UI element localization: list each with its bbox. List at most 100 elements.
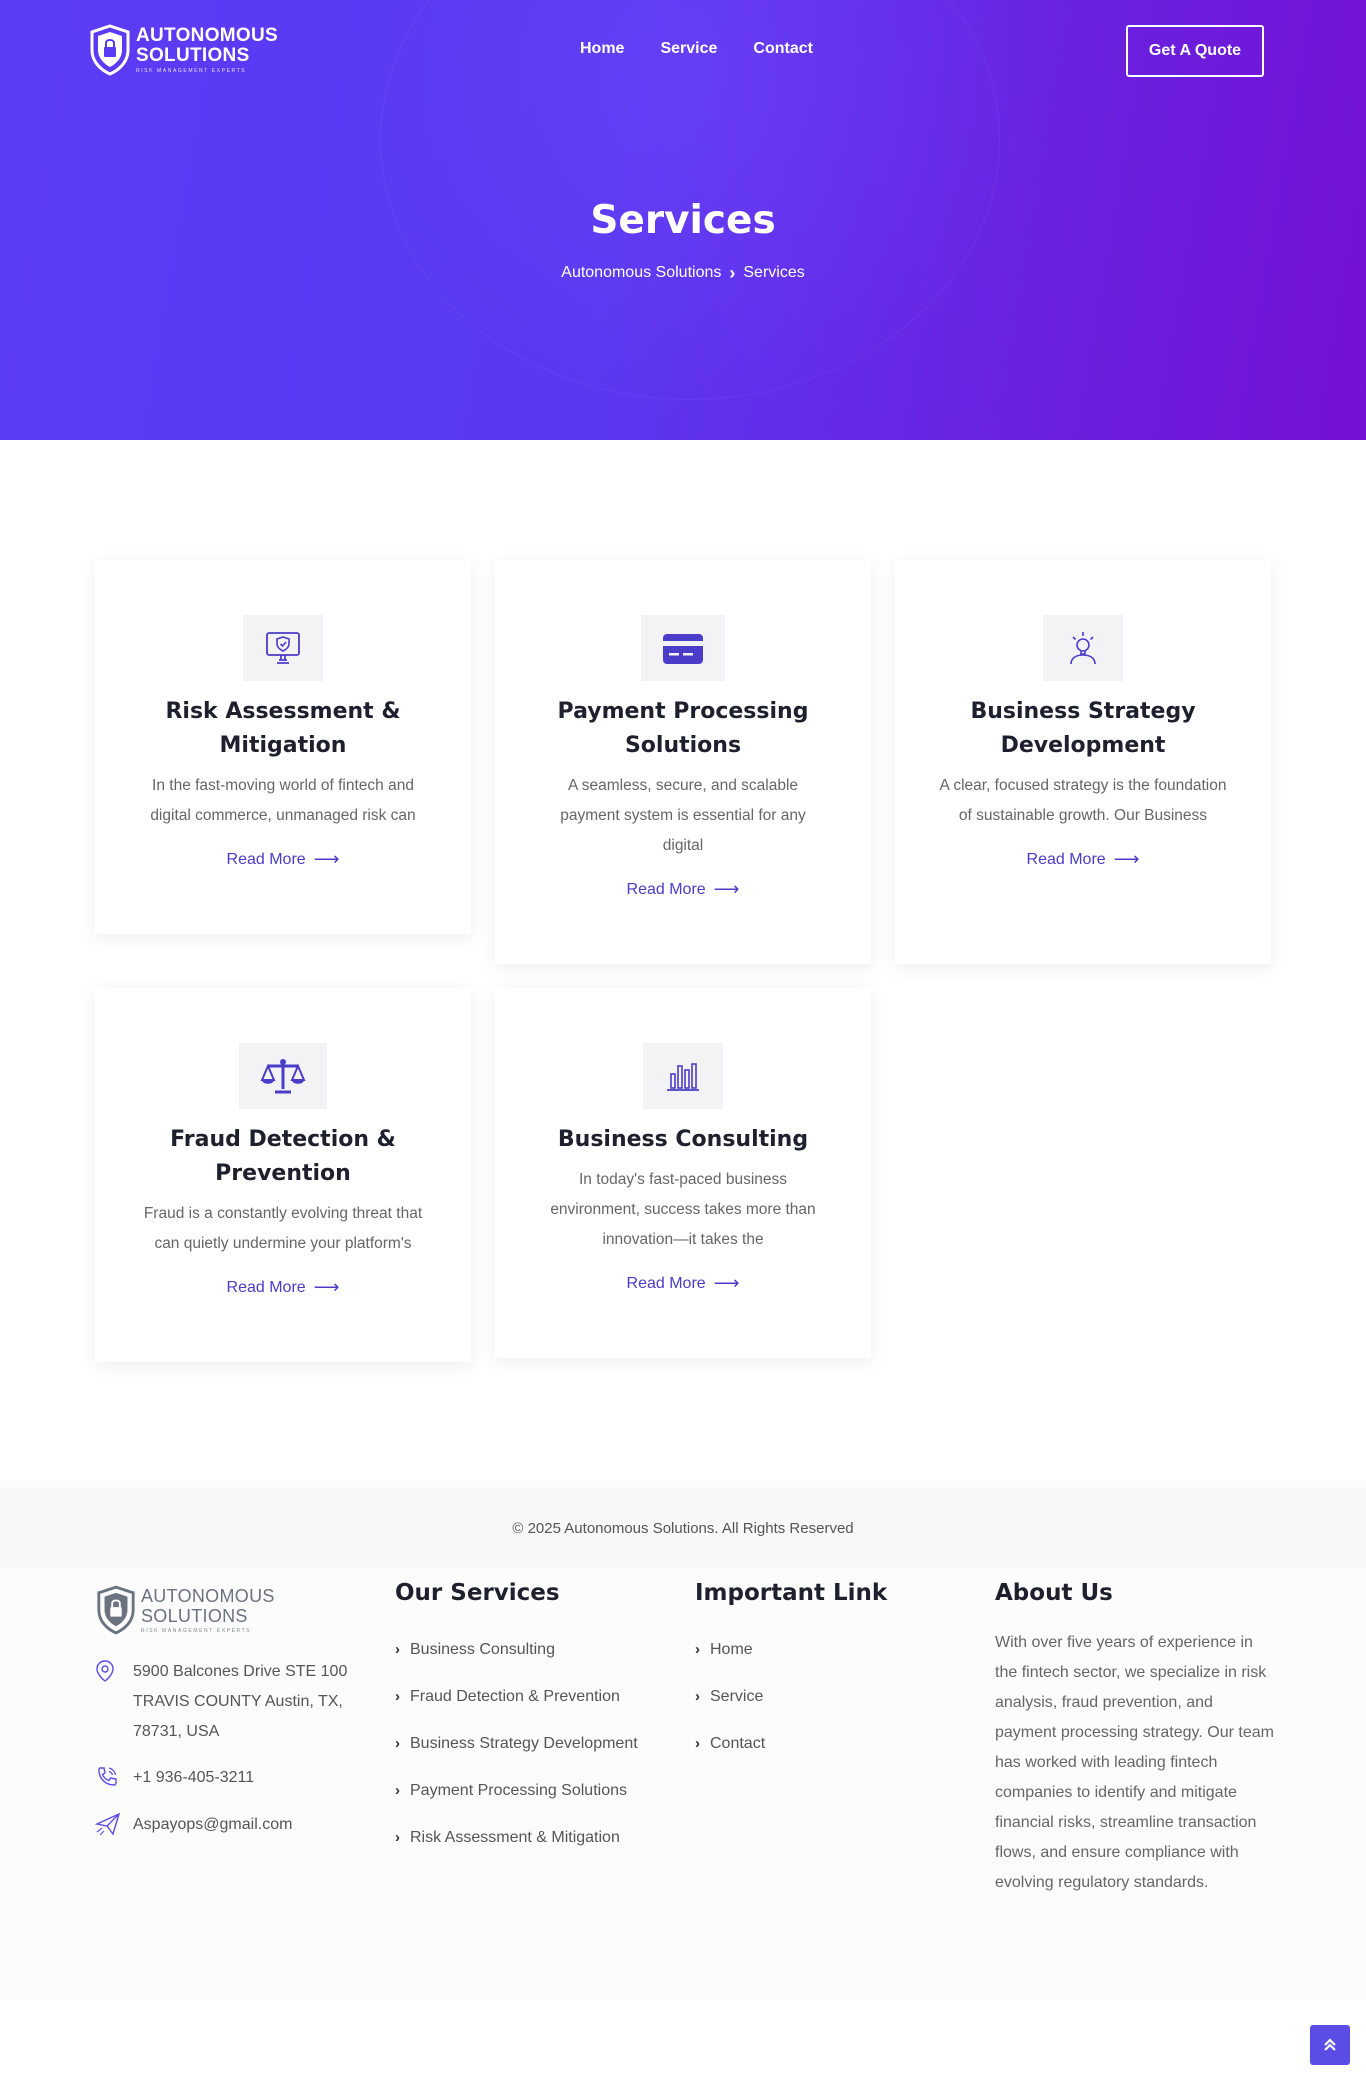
shield-lock-icon (90, 24, 130, 76)
nav-link-contact[interactable]: Contact (753, 40, 813, 58)
bar-chart-icon (667, 1063, 699, 1091)
lightbulb-person-icon (1070, 632, 1096, 665)
service-card-fraud-detection[interactable]: Fraud Detection & Prevention Fraud is a … (95, 988, 471, 1362)
brand-name-line1: AUTONOMOUS (136, 25, 278, 46)
footer-brand-line2: SOLUTIONS (141, 1606, 248, 1626)
services-section: Risk Assessment & Mitigation In the fast… (0, 440, 1366, 1480)
service-description: A clear, focused strategy is the foundat… (939, 777, 1227, 824)
footer-important-column: Important Link › Home › Service › Contact (695, 1580, 935, 1767)
service-card-payment-processing[interactable]: Payment Processing Solutions A seamless,… (495, 560, 871, 964)
footer-phone[interactable]: +1 936-405-3211 (95, 1763, 355, 1794)
brand-wordmark: AUTONOMOUS SOLUTIONS RISK MANAGEMENT EXP… (136, 25, 278, 75)
footer-link-label: Business Consulting (410, 1640, 555, 1658)
arrow-right-icon: ⟶ (313, 1277, 340, 1297)
read-more-label: Read More (626, 1274, 706, 1292)
brand-name-line2: SOLUTIONS (136, 45, 250, 66)
chevron-right-icon: › (695, 1735, 700, 1752)
footer-important-list: › Home › Service › Contact (695, 1626, 935, 1767)
phone-text: +1 936-405-3211 (133, 1769, 255, 1786)
footer-link-label: Service (710, 1687, 764, 1705)
footer-brand-line1: AUTONOMOUS (141, 1586, 275, 1606)
hero-banner: AUTONOMOUS SOLUTIONS RISK MANAGEMENT EXP… (0, 0, 1366, 440)
footer-link-service[interactable]: › Service (695, 1673, 935, 1720)
footer-address: 5900 Balcones Drive STE 100 TRAVIS COUNT… (95, 1657, 355, 1747)
read-more-label: Read More (1026, 850, 1106, 868)
service-icon-box (641, 615, 725, 681)
service-icon-box (239, 1043, 327, 1109)
copyright-text: © 2025 Autonomous Solutions. All Rights … (512, 1519, 854, 1537)
read-more-link[interactable]: Read More ⟶ (227, 1277, 340, 1298)
chevron-right-icon: › (395, 1641, 400, 1658)
chevron-right-icon: › (395, 1735, 400, 1752)
service-title: Risk Assessment & Mitigation (165, 699, 401, 758)
breadcrumb-home-link[interactable]: Autonomous Solutions (561, 264, 721, 282)
read-more-link[interactable]: Read More ⟶ (1027, 849, 1140, 870)
chevron-right-icon: › (395, 1688, 400, 1705)
chevron-right-icon: › (395, 1782, 400, 1799)
brand-logo[interactable]: AUTONOMOUS SOLUTIONS RISK MANAGEMENT EXP… (88, 24, 278, 76)
footer-link-label: Payment Processing Solutions (410, 1781, 627, 1799)
service-title: Business Strategy Development (970, 699, 1196, 758)
chevron-right-icon: › (395, 1829, 400, 1846)
footer-link-label: Risk Assessment & Mitigation (410, 1828, 620, 1846)
nav-link-service[interactable]: Service (660, 40, 717, 58)
footer-services-list: › Business Consulting › Fraud Detection & … (395, 1626, 655, 1861)
footer-link-label: Fraud Detection & Prevention (410, 1687, 620, 1705)
service-description: Fraud is a constantly evolving threat th… (143, 1205, 423, 1252)
service-card-business-strategy[interactable]: Business Strategy Development A clear, f… (895, 560, 1271, 964)
footer-link-label: Contact (710, 1734, 766, 1752)
footer-link-payment-processing[interactable]: › Payment Processing Solutions (395, 1767, 655, 1814)
footer-link-fraud-detection[interactable]: › Fraud Detection & Prevention (395, 1673, 655, 1720)
footer-about-heading: About Us (995, 1580, 1113, 1606)
monitor-shield-icon (266, 632, 300, 664)
service-icon-box (1043, 615, 1123, 681)
breadcrumb-current: Services (743, 264, 805, 281)
footer-services-column: Our Services › Business Consulting › Fraud… (395, 1580, 655, 1861)
read-more-label: Read More (626, 880, 706, 898)
get-quote-button[interactable]: Get A Quote (1126, 25, 1264, 77)
footer-services-heading: Our Services (395, 1580, 560, 1606)
footer-email[interactable]: Aspayops@gmail.com (94, 1810, 355, 1841)
read-more-link[interactable]: Read More ⟶ (627, 879, 740, 900)
location-pin-icon (95, 1657, 133, 1747)
footer-link-business-consulting[interactable]: › Business Consulting (395, 1626, 655, 1673)
footer-link-contact[interactable]: › Contact (695, 1720, 935, 1767)
brand-tagline: RISK MANAGEMENT EXPERTS (136, 68, 247, 74)
service-icon-box (243, 615, 323, 681)
shield-lock-icon (97, 1585, 135, 1635)
footer-about-column: About Us With over five years of experie… (995, 1580, 1285, 1898)
balance-scale-icon (260, 1059, 306, 1094)
service-description: In today's fast-paced business environme… (550, 1171, 816, 1248)
double-chevron-up-icon (1324, 2038, 1336, 2051)
read-more-link[interactable]: Read More ⟶ (627, 1273, 740, 1294)
service-description: In the fast-moving world of fintech and … (150, 777, 416, 824)
footer-link-label: Home (710, 1640, 753, 1658)
copyright-bar: © 2025 Autonomous Solutions. All Rights … (0, 1488, 1366, 1568)
service-title: Payment Processing Solutions (557, 699, 809, 758)
arrow-right-icon: ⟶ (713, 1273, 740, 1293)
service-card-business-consulting[interactable]: Business Consulting In today's fast-pace… (495, 988, 871, 1358)
read-more-link[interactable]: Read More ⟶ (227, 849, 340, 870)
nav-link-home[interactable]: Home (580, 40, 624, 58)
footer-link-home[interactable]: › Home (695, 1626, 935, 1673)
phone-icon (95, 1763, 133, 1794)
arrow-right-icon: ⟶ (713, 879, 740, 899)
address-text: 5900 Balcones Drive STE 100 TRAVIS COUNT… (133, 1663, 348, 1740)
service-card-risk-assessment[interactable]: Risk Assessment & Mitigation In the fast… (95, 560, 471, 934)
email-text: Aspayops@gmail.com (133, 1816, 293, 1833)
main-menu: Home Service Contact (580, 40, 813, 58)
footer-logo[interactable]: AUTONOMOUS SOLUTIONS RISK MANAGEMENT EXP… (95, 1585, 355, 1635)
footer-link-business-strategy[interactable]: › Business Strategy Development (395, 1720, 655, 1767)
chevron-right-icon: › (695, 1688, 700, 1705)
read-more-label: Read More (226, 850, 306, 868)
footer-about-text: With over five years of experience in th… (995, 1634, 1274, 1891)
footer-link-risk-assessment[interactable]: › Risk Assessment & Mitigation (395, 1814, 655, 1861)
top-navigation: AUTONOMOUS SOLUTIONS RISK MANAGEMENT EXP… (0, 0, 1366, 100)
service-title: Business Consulting (557, 1127, 809, 1152)
breadcrumb: Autonomous Solutions › Services (0, 264, 1366, 282)
footer-brand-tagline: RISK MANAGEMENT EXPERTS (141, 1628, 252, 1634)
scroll-to-top-button[interactable] (1310, 2025, 1350, 2065)
service-icon-box (643, 1043, 723, 1109)
chevron-right-icon: › (695, 1641, 700, 1658)
arrow-right-icon: ⟶ (1113, 849, 1140, 869)
